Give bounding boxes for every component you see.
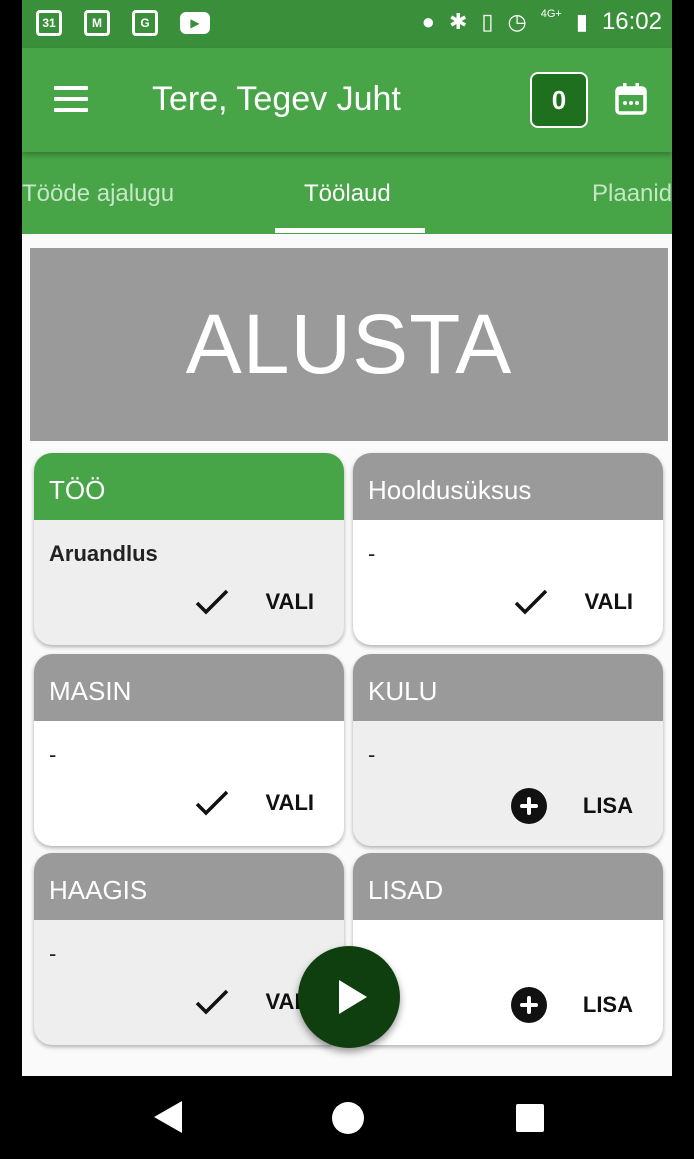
vibrate-icon: ▯ [481, 9, 494, 34]
card-value: - [49, 941, 57, 966]
card-header: TÖÖ [34, 453, 344, 520]
calendar-day: 31 [42, 16, 56, 30]
back-icon[interactable] [154, 1101, 182, 1133]
card-header: KULU [353, 654, 663, 721]
card-value: - [368, 742, 376, 767]
location-icon: ● [421, 9, 435, 34]
app-bar: Tere, Tegev Juht 0 [22, 48, 672, 152]
card-value: - [49, 742, 57, 767]
card-action-label: VALI [265, 790, 314, 815]
tab-bar: Tööde ajalugu Töölaud Plaanid [22, 152, 672, 234]
select-maintenance-unit-button[interactable]: VALI [513, 587, 633, 617]
play-fab-button[interactable] [298, 946, 400, 1048]
card-expense: KULU - LISA [353, 654, 663, 846]
card-header: Hooldusüksus [353, 453, 663, 520]
bluetooth-icon: ✱ [448, 9, 468, 34]
status-time: 16:02 [601, 8, 662, 35]
card-action-label: LISA [582, 793, 633, 818]
card-work: TÖÖ Aruandlus VALI [34, 453, 344, 645]
add-extras-button[interactable]: LISA [510, 987, 633, 1023]
counter-button[interactable]: 0 [530, 72, 588, 128]
add-expense-button[interactable]: LISA [510, 788, 633, 824]
check-icon [195, 589, 228, 615]
recents-icon[interactable] [516, 1104, 544, 1132]
card-value: Aruandlus [49, 541, 158, 566]
check-icon [195, 989, 228, 1015]
card-header: HAAGIS [34, 853, 344, 920]
active-tab-indicator [275, 228, 425, 233]
card-value: - [368, 541, 376, 566]
select-work-button[interactable]: VALI [194, 587, 314, 617]
tab-plans[interactable]: Plaanid [592, 180, 672, 208]
select-machine-button[interactable]: VALI [194, 788, 314, 818]
tab-dashboard[interactable]: Töölaud [304, 180, 391, 208]
select-trailer-button[interactable]: VALI [194, 987, 314, 1017]
card-action-label: LISA [582, 992, 633, 1017]
start-button[interactable]: ALUSTA [30, 248, 668, 441]
signal-4g-icon: 4G+ [540, 8, 562, 20]
menu-icon[interactable] [54, 86, 88, 112]
card-maintenance-unit: Hooldusüksus - VALI [353, 453, 663, 645]
maps-icon: G [132, 10, 158, 36]
battery-icon: ▮ [575, 9, 588, 34]
card-action-label: VALI [584, 589, 633, 614]
card-trailer: HAAGIS - VALI [34, 853, 344, 1045]
card-header: LISAD [353, 853, 663, 920]
check-icon [195, 790, 228, 816]
calendar-icon[interactable] [614, 82, 648, 116]
gmail-icon: M [84, 10, 110, 36]
app-title: Tere, Tegev Juht [152, 80, 401, 118]
plus-circle-icon [510, 788, 547, 824]
app-screen: 31 M G ▶ ● ✱ ▯ ◷ 4G+ ▮ 16:02 Tere, Tegev… [22, 0, 672, 1159]
card-action-label: VALI [265, 589, 314, 614]
play-icon [339, 980, 367, 1014]
card-machine: MASIN - VALI [34, 654, 344, 846]
system-nav-bar [22, 1076, 672, 1159]
card-extras: LISAD LISA [353, 853, 663, 1045]
status-bar: 31 M G ▶ ● ✱ ▯ ◷ 4G+ ▮ 16:02 [22, 0, 672, 48]
home-icon[interactable] [332, 1102, 364, 1134]
tab-work-history[interactable]: Tööde ajalugu [22, 180, 174, 208]
alarm-icon: ◷ [507, 9, 527, 34]
plus-circle-icon [510, 987, 547, 1023]
calendar-31-icon: 31 [36, 10, 62, 36]
check-icon [514, 589, 547, 615]
youtube-icon: ▶ [180, 12, 210, 34]
card-header: MASIN [34, 654, 344, 721]
